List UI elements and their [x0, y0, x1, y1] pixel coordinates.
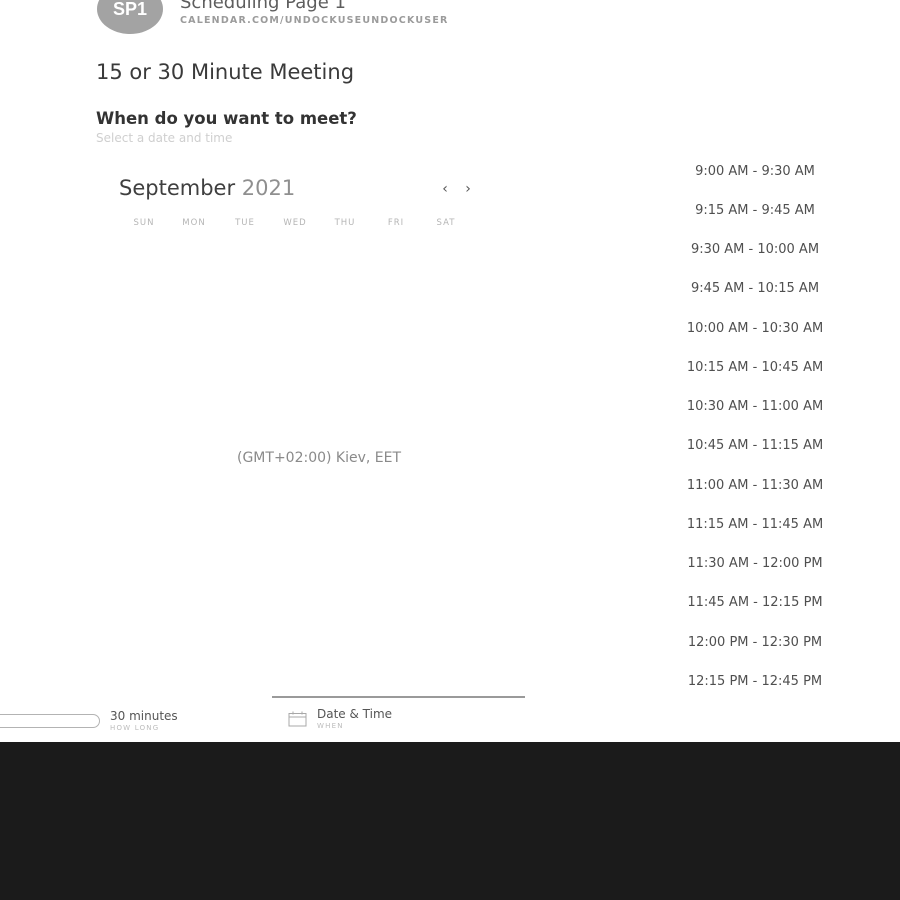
chevron-right-icon: ›: [465, 181, 471, 197]
time-slot[interactable]: 10:30 AM - 11:00 AM: [670, 396, 840, 418]
meeting-title: 15 or 30 Minute Meeting: [96, 60, 355, 84]
active-step-indicator: [272, 696, 525, 698]
weekday-sat: SAT: [436, 218, 456, 228]
time-slot[interactable]: 11:45 AM - 12:15 PM: [670, 592, 840, 614]
time-slot[interactable]: 11:00 AM - 11:30 AM: [670, 475, 840, 497]
weekday-wed: WED: [283, 218, 307, 228]
time-slot[interactable]: 10:15 AM - 10:45 AM: [670, 357, 840, 379]
duration-step-label[interactable]: 30 minutes: [110, 709, 178, 723]
date-time-step-label[interactable]: Date & Time: [317, 707, 392, 721]
dark-footer-area: [0, 742, 900, 900]
weekday-fri: FRI: [387, 218, 405, 228]
duration-step-indicator[interactable]: [0, 714, 100, 728]
chevron-left-icon: ‹: [442, 181, 448, 197]
time-slot[interactable]: 11:15 AM - 11:45 AM: [670, 514, 840, 536]
avatar: SP1: [97, 0, 163, 34]
time-slot[interactable]: 10:00 AM - 10:30 AM: [670, 318, 840, 340]
scheduling-page-url[interactable]: CALENDAR.COM/UNDOCKUSEUNDOCKUSER: [180, 15, 449, 26]
weekday-thu: THU: [334, 218, 356, 228]
time-slot[interactable]: 9:15 AM - 9:45 AM: [670, 200, 840, 222]
calendar-year: 2021: [241, 176, 296, 200]
date-time-hint: Select a date and time: [96, 131, 233, 145]
time-slot[interactable]: 9:45 AM - 10:15 AM: [670, 278, 840, 300]
calendar-month-year: September 2021: [119, 176, 295, 200]
weekday-sun: SUN: [133, 218, 155, 228]
avatar-initials: SP1: [112, 0, 148, 19]
time-slot[interactable]: 9:00 AM - 9:30 AM: [670, 161, 840, 183]
time-slot[interactable]: 11:30 AM - 12:00 PM: [670, 553, 840, 575]
weekday-tue: TUE: [235, 218, 255, 228]
timezone-selector[interactable]: (GMT+02:00) Kiev, EET: [237, 450, 401, 466]
scheduling-page-name: Scheduling Page 1: [180, 0, 346, 13]
next-month-button[interactable]: ›: [460, 180, 476, 198]
calendar-month: September: [119, 176, 236, 200]
date-time-question: When do you want to meet?: [96, 109, 357, 128]
previous-month-button[interactable]: ‹: [437, 180, 453, 198]
weekday-mon: MON: [182, 218, 206, 228]
time-slot[interactable]: 12:00 PM - 12:30 PM: [670, 632, 840, 654]
time-slot[interactable]: 10:45 AM - 11:15 AM: [670, 435, 840, 457]
duration-step-caption: HOW LONG: [110, 724, 160, 732]
time-slot[interactable]: 12:15 PM - 12:45 PM: [670, 671, 840, 693]
date-time-step-caption: WHEN: [317, 722, 344, 730]
time-slot[interactable]: 9:30 AM - 10:00 AM: [670, 239, 840, 261]
scheduling-page: SP1 Scheduling Page 1 CALENDAR.COM/UNDOC…: [0, 0, 900, 742]
calendar-icon: [288, 711, 307, 727]
